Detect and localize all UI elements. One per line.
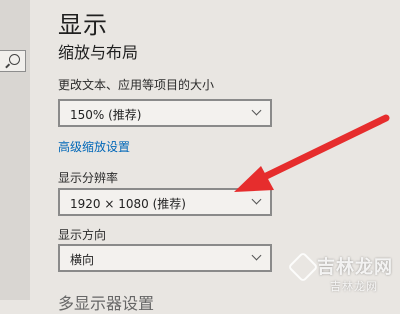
page-title: 显示 <box>58 11 108 39</box>
chevron-down-icon <box>251 105 262 116</box>
scale-value: 150% (推荐) <box>70 108 142 122</box>
watermark-main-text: 吉林龙网 <box>317 257 393 278</box>
left-navigation-pane <box>0 0 30 300</box>
orientation-dropdown[interactable]: 横向 <box>58 244 272 272</box>
orientation-value: 横向 <box>70 253 95 267</box>
multiple-displays-heading: 多显示器设置 <box>58 294 155 313</box>
resolution-label: 显示分辨率 <box>58 171 119 185</box>
chevron-down-icon <box>251 250 262 261</box>
scale-dropdown[interactable]: 150% (推荐) <box>58 99 272 127</box>
resolution-dropdown[interactable]: 1920 × 1080 (推荐) <box>58 188 272 216</box>
chevron-down-icon <box>251 194 262 205</box>
resolution-value: 1920 × 1080 (推荐) <box>70 197 186 211</box>
watermark-logo-icon <box>287 251 319 283</box>
watermark-subtext: 吉林龙网 <box>330 280 378 293</box>
scale-label: 更改文本、应用等项目的大小 <box>58 78 215 92</box>
section-title: 缩放与布局 <box>58 43 139 62</box>
orientation-label: 显示方向 <box>58 228 107 242</box>
search-icon[interactable] <box>9 54 20 65</box>
search-box[interactable] <box>0 50 26 72</box>
advanced-scaling-link[interactable]: 高级缩放设置 <box>58 138 130 155</box>
watermark: 吉林龙网 吉林龙网 <box>287 251 396 293</box>
